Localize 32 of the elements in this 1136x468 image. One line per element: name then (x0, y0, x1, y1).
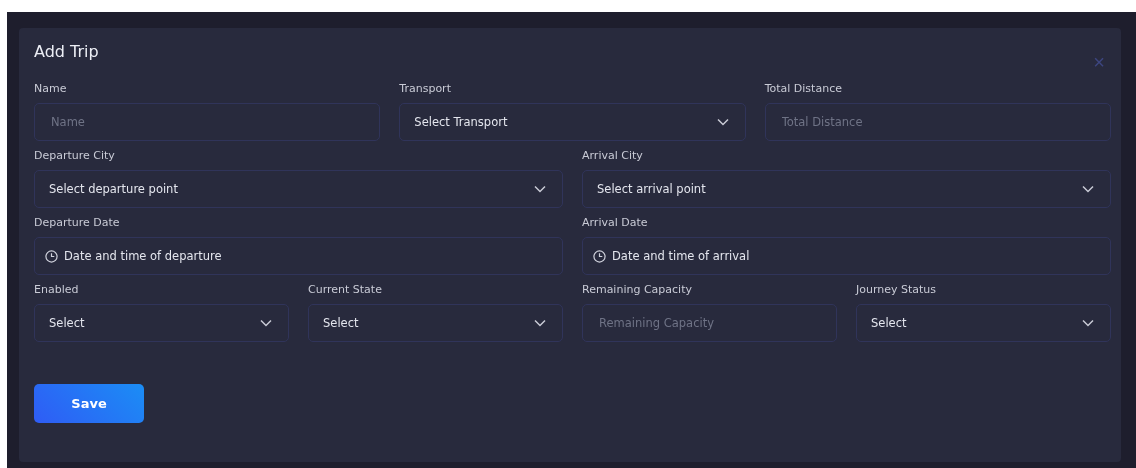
input-field[interactable]: Remaining Capacity (582, 304, 837, 342)
select-field[interactable]: Select departure point (34, 170, 563, 208)
field-label: Enabled (34, 283, 80, 297)
field-label: Departure Date (34, 216, 121, 230)
field-label: Remaining Capacity (582, 283, 693, 297)
field-label: Name (34, 82, 68, 96)
field-label: Journey Status (856, 283, 938, 297)
clock-icon (593, 249, 606, 263)
chevron-down-icon (534, 319, 546, 327)
dialog-title: Add Trip (34, 42, 99, 61)
chevron-down-icon (1082, 319, 1094, 327)
select-field[interactable]: Select (34, 304, 289, 342)
field-label: Current State (308, 283, 383, 297)
chevron-down-icon (1082, 185, 1094, 193)
input-field[interactable]: Name (34, 103, 381, 141)
field-label: Transport (399, 82, 452, 96)
chevron-down-icon (534, 185, 546, 193)
field-label: Arrival City (582, 149, 644, 163)
select-field[interactable]: Select (308, 304, 563, 342)
save-button[interactable]: Save (34, 384, 144, 423)
field-label: Departure City (34, 149, 116, 163)
input-field[interactable]: Total Distance (764, 103, 1111, 141)
field-label: Total Distance (764, 82, 843, 96)
chevron-down-icon (260, 319, 272, 327)
date-time-field[interactable]: Date and time of departure (34, 237, 563, 275)
select-field[interactable]: Select (856, 304, 1111, 342)
select-field[interactable]: Select arrival point (582, 170, 1111, 208)
clock-icon (45, 249, 58, 263)
select-field[interactable]: Select Transport (399, 103, 746, 141)
chevron-down-icon (716, 118, 729, 126)
date-time-field[interactable]: Date and time of arrival (582, 237, 1111, 275)
field-label: Arrival Date (582, 216, 649, 230)
